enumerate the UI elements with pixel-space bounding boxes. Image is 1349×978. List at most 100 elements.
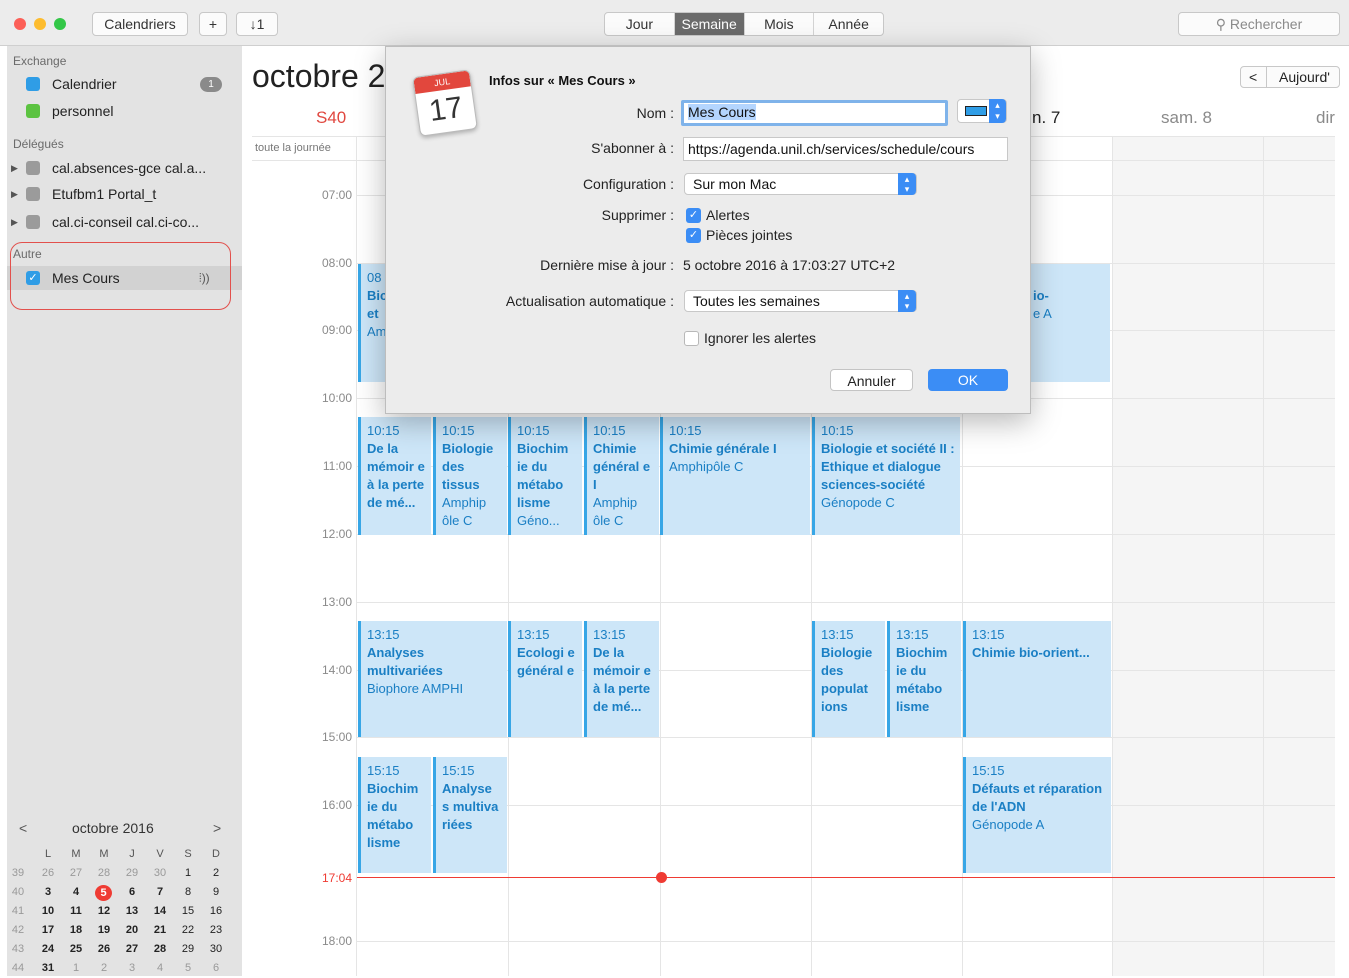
mini-day[interactable]: 6 — [205, 959, 227, 978]
disclosure-triangle-icon[interactable]: ▶ — [11, 182, 18, 206]
ignore-alerts-checkbox[interactable] — [684, 331, 699, 346]
calendar-color-swatch[interactable] — [26, 187, 40, 201]
sidebar-item-etufbm1[interactable]: ▶ Etufbm1 Portal_t — [7, 182, 242, 206]
mini-day[interactable]: 17 — [37, 921, 59, 940]
mini-day[interactable]: 1 — [177, 864, 199, 883]
mini-day[interactable]: 27 — [121, 940, 143, 959]
mini-day[interactable]: 29 — [177, 940, 199, 959]
mini-day[interactable]: 6 — [121, 883, 143, 902]
mini-day[interactable]: 19 — [93, 921, 115, 940]
calendar-event[interactable]: 13:15 Chimie bio-orient... — [963, 621, 1111, 737]
close-window-button[interactable] — [14, 18, 26, 30]
mini-next-month-button[interactable]: > — [213, 820, 221, 836]
color-picker-button[interactable]: ▴ ▾ — [957, 99, 1007, 123]
cancel-button[interactable]: Annuler — [830, 369, 913, 391]
delete-alerts-checkbox[interactable]: ✓ — [686, 208, 701, 223]
configuration-select[interactable]: Sur mon Mac ▴ ▾ — [684, 173, 917, 195]
mini-day[interactable]: 22 — [177, 921, 199, 940]
mini-day[interactable]: 2 — [205, 864, 227, 883]
calendar-event[interactable]: 13:15 Biologie des populat ions — [812, 621, 885, 737]
mini-day[interactable]: 13 — [121, 902, 143, 921]
mini-day[interactable]: 24 — [37, 940, 59, 959]
mini-day[interactable]: 15 — [177, 902, 199, 921]
minimize-window-button[interactable] — [34, 18, 46, 30]
sidebar-item-ci-conseil[interactable]: ▶ cal.ci-conseil cal.ci-co... — [7, 210, 242, 234]
mini-day[interactable]: 30 — [205, 940, 227, 959]
sidebar-item-calendrier[interactable]: Calendrier 1 — [7, 72, 242, 96]
mini-day[interactable]: 31 — [37, 959, 59, 978]
mini-day[interactable]: 11 — [65, 902, 87, 921]
calendar-color-swatch[interactable] — [26, 104, 40, 118]
mini-day[interactable]: 2 — [93, 959, 115, 978]
disclosure-triangle-icon[interactable]: ▶ — [11, 156, 18, 180]
name-field[interactable]: Mes Cours — [681, 100, 948, 126]
calendar-event[interactable]: 10:15 De la mémoir e à la perte de mé... — [358, 417, 431, 535]
view-month-tab[interactable]: Mois — [745, 13, 815, 35]
calendars-button[interactable]: Calendriers — [92, 12, 188, 36]
calendar-color-swatch[interactable] — [26, 77, 40, 91]
mini-day-today[interactable]: 5 — [95, 885, 112, 901]
inbox-button[interactable]: ↓1 — [236, 12, 278, 36]
sidebar-item-absences[interactable]: ▶ cal.absences-gce cal.a... — [7, 156, 242, 180]
mini-day[interactable]: 20 — [121, 921, 143, 940]
day-header-sun[interactable]: dir — [1316, 108, 1335, 128]
calendar-event[interactable]: 13:15 De la mémoir e à la perte de mé... — [584, 621, 659, 737]
today-button[interactable]: Aujourd' — [1279, 67, 1330, 87]
mini-day[interactable]: 23 — [205, 921, 227, 940]
mini-day[interactable]: 3 — [37, 883, 59, 902]
mini-day[interactable]: 16 — [205, 902, 227, 921]
mini-day[interactable]: 18 — [65, 921, 87, 940]
view-day-tab[interactable]: Jour — [605, 13, 675, 35]
mini-day[interactable]: 4 — [65, 883, 87, 902]
add-event-button[interactable]: + — [199, 12, 227, 36]
calendar-event[interactable]: io- e A — [1024, 264, 1110, 382]
calendar-event[interactable]: 15:15 Défauts et réparation de l'ADN Gén… — [963, 757, 1111, 873]
sidebar-item-personnel[interactable]: personnel — [7, 99, 242, 123]
prev-week-button[interactable]: < — [1249, 67, 1257, 87]
calendar-event[interactable]: 15:15 Biochim ie du métabo lisme — [358, 757, 431, 873]
mini-day[interactable]: 5 — [177, 959, 199, 978]
auto-refresh-select[interactable]: Toutes les semaines ▴ ▾ — [684, 290, 917, 312]
delete-attachments-checkbox[interactable]: ✓ — [686, 228, 701, 243]
mini-day[interactable]: 30 — [149, 864, 171, 883]
mini-day[interactable]: 3 — [121, 959, 143, 978]
mini-day[interactable]: 4 — [149, 959, 171, 978]
calendar-event[interactable]: 13:15 Biochim ie du métabo lisme — [887, 621, 961, 737]
zoom-window-button[interactable] — [54, 18, 66, 30]
calendar-event[interactable]: 10:15 Biologie et société II : Ethique e… — [812, 417, 960, 535]
mini-day[interactable]: 25 — [65, 940, 87, 959]
mini-day[interactable]: 14 — [149, 902, 171, 921]
search-field[interactable]: ⚲ Rechercher — [1178, 12, 1340, 36]
mini-day[interactable]: 8 — [177, 883, 199, 902]
mini-day[interactable]: 21 — [149, 921, 171, 940]
subscribe-url-field[interactable]: https://agenda.unil.ch/services/schedule… — [683, 137, 1008, 161]
mini-day[interactable]: 26 — [93, 940, 115, 959]
calendar-event[interactable]: 13:15 Ecologi e général e — [508, 621, 582, 737]
calendar-event[interactable]: 13:15 Analyses multivariées Biophore AMP… — [358, 621, 507, 737]
mini-day[interactable]: 29 — [121, 864, 143, 883]
mini-day[interactable]: 7 — [149, 883, 171, 902]
mini-prev-month-button[interactable]: < — [19, 820, 27, 836]
mini-day[interactable]: 9 — [205, 883, 227, 902]
mini-day[interactable]: 26 — [37, 864, 59, 883]
mini-day[interactable]: 12 — [93, 902, 115, 921]
calendar-event[interactable]: 15:15 Analyse s multiva riées — [433, 757, 507, 873]
calendar-color-swatch[interactable] — [26, 161, 40, 175]
calendar-event[interactable]: 08 Bic et Am — [358, 264, 386, 382]
calendar-event[interactable]: 10:15 Biochim ie du métabo lisme Géno... — [508, 417, 582, 535]
mini-day[interactable]: 1 — [65, 959, 87, 978]
calendar-color-swatch[interactable] — [26, 215, 40, 229]
mini-day[interactable]: 28 — [93, 864, 115, 883]
mini-day[interactable]: 10 — [37, 902, 59, 921]
day-header-sat[interactable]: sam. 8 — [1161, 108, 1212, 128]
view-week-tab[interactable]: Semaine — [674, 13, 745, 35]
day-header-fri[interactable]: n. 7 — [1032, 108, 1060, 128]
calendar-event[interactable]: 10:15 Chimie général e I Amphip ôle C — [584, 417, 659, 535]
calendar-event[interactable]: 10:15 Chimie générale I Amphipôle C — [660, 417, 810, 535]
disclosure-triangle-icon[interactable]: ▶ — [11, 210, 18, 234]
mini-day[interactable]: 28 — [149, 940, 171, 959]
ok-button[interactable]: OK — [928, 369, 1008, 391]
view-year-tab[interactable]: Année — [814, 13, 883, 35]
calendar-event[interactable]: 10:15 Biologie des tissus Amphip ôle C — [433, 417, 507, 535]
mini-day[interactable]: 27 — [65, 864, 87, 883]
